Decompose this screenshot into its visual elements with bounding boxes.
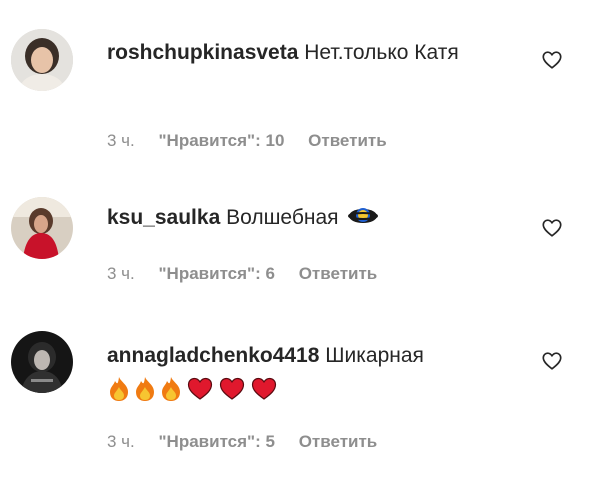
comment-username[interactable]: annagladchenko4418 — [107, 344, 319, 367]
red-heart-emoji-icon — [187, 378, 213, 401]
comment-body: ksu_saulka Волшебная — [107, 201, 517, 234]
comment-body: roshchupkinasveta Нет.только Катя — [107, 36, 517, 69]
reply-button[interactable]: Ответить — [299, 432, 378, 451]
comment-username[interactable]: roshchupkinasveta — [107, 41, 298, 64]
like-heart-icon[interactable] — [541, 49, 563, 71]
avatar[interactable] — [11, 331, 73, 393]
avatar[interactable] — [11, 29, 73, 91]
comment-likes[interactable]: "Нравится": 5 — [159, 432, 275, 451]
fire-emoji-icon — [162, 377, 180, 402]
globe-emoji-icon — [348, 208, 379, 223]
comment-time[interactable]: 3 ч. — [107, 264, 135, 283]
user-avatar-icon — [11, 29, 73, 91]
comment-likes[interactable]: "Нравится": 6 — [159, 264, 275, 283]
comment-likes[interactable]: "Нравится": 10 — [159, 131, 285, 150]
red-heart-emoji-icon — [219, 378, 245, 401]
comment-meta: 3 ч. "Нравится": 10 Ответить — [107, 131, 406, 151]
comment-text: Нет.только Катя — [304, 41, 459, 64]
comment-time[interactable]: 3 ч. — [107, 432, 135, 451]
comment-username[interactable]: ksu_saulka — [107, 206, 220, 229]
comment-body: annagladchenko4418 Шикарная — [107, 339, 517, 405]
user-avatar-icon — [11, 331, 73, 393]
user-avatar-icon — [11, 197, 73, 259]
like-heart-icon[interactable] — [541, 217, 563, 239]
fire-emoji-icon — [136, 377, 154, 402]
comment-text: Волшебная — [226, 206, 339, 229]
reply-button[interactable]: Ответить — [308, 131, 387, 150]
fire-emoji-icon — [110, 377, 128, 402]
comment-text: Шикарная — [325, 344, 424, 367]
reply-button[interactable]: Ответить — [299, 264, 378, 283]
emoji-row — [107, 376, 279, 402]
like-heart-icon[interactable] — [541, 350, 563, 372]
avatar[interactable] — [11, 197, 73, 259]
comment-meta: 3 ч. "Нравится": 5 Ответить — [107, 432, 396, 452]
comment-time[interactable]: 3 ч. — [107, 131, 135, 150]
red-heart-emoji-icon — [251, 378, 277, 401]
comment-meta: 3 ч. "Нравится": 6 Ответить — [107, 264, 396, 284]
